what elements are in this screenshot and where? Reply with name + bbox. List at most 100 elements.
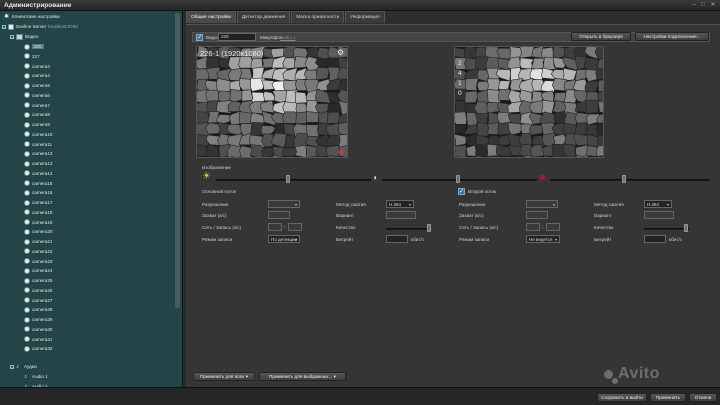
second-bitrate-label: Битрейт xyxy=(594,237,612,242)
tree-camera-item[interactable]: camera24 xyxy=(24,266,52,275)
tree-camera-item[interactable]: camera16 xyxy=(24,188,52,197)
collapse-icon[interactable]: − xyxy=(10,34,14,39)
tree-camera-item[interactable]: 227 xyxy=(24,52,40,61)
connection-settings-button[interactable]: Настройки подключения... xyxy=(635,32,709,41)
tree-camera-item[interactable]: camera8 xyxy=(24,110,50,119)
video-enabled-checkbox[interactable]: ✓ xyxy=(196,34,203,41)
save-exit-button[interactable]: Сохранить и выйти xyxy=(597,393,647,402)
tree-camera-item[interactable]: camera18 xyxy=(24,208,52,217)
tree-camera-item[interactable]: camera22 xyxy=(24,247,52,256)
second-quality-slider[interactable] xyxy=(644,228,689,230)
main-record-mode-select[interactable]: По детекции ▾ xyxy=(268,235,300,243)
main-preview-image xyxy=(197,47,347,157)
tree-audio-item[interactable]: ♪ Audio 1 xyxy=(24,372,48,381)
collapse-icon[interactable]: − xyxy=(2,24,6,29)
tree-camera-item[interactable]: camera30 xyxy=(24,325,52,334)
second-record-fps-input[interactable] xyxy=(546,223,560,231)
camera-icon xyxy=(24,92,30,99)
tree-camera-item[interactable]: camera19 xyxy=(24,218,52,227)
apply-button[interactable]: Применить xyxy=(650,393,686,402)
tree-camera-item[interactable]: camera31 xyxy=(24,335,52,344)
second-resolution-select[interactable]: ▾ xyxy=(526,200,558,208)
cancel-button[interactable]: Отмена xyxy=(689,393,717,402)
collapse-icon[interactable]: − xyxy=(10,364,14,369)
tab-item[interactable]: Информация xyxy=(345,11,385,23)
tree-camera-item[interactable]: camera13 xyxy=(24,159,52,168)
second-stream-checkbox[interactable]: ✓ xyxy=(458,188,465,195)
tree-camera-item[interactable]: camera28 xyxy=(24,305,52,314)
tree-camera-item[interactable]: 226 xyxy=(24,42,44,51)
brightness-slider[interactable] xyxy=(216,179,371,181)
second-bitrate-input[interactable] xyxy=(644,235,666,243)
tree-camera-item[interactable]: camera20 xyxy=(24,227,52,236)
second-network-fps-input[interactable] xyxy=(526,223,540,231)
tree-camera-label: camera26 xyxy=(32,287,53,293)
tree-video[interactable]: − Видео xyxy=(10,32,38,41)
main-record-fps-input[interactable] xyxy=(288,223,302,231)
tree-camera-item[interactable]: camera21 xyxy=(24,237,52,246)
tab-item[interactable]: Маска приватности xyxy=(291,11,345,23)
tree-camera-item[interactable]: camera7 xyxy=(24,101,50,110)
second-variant-select[interactable] xyxy=(644,211,674,219)
apply-selected-button[interactable]: Применить для выбранных... ▾ xyxy=(259,372,346,381)
tree-camera-label: camera30 xyxy=(32,326,53,332)
tree-camera-item[interactable]: camera29 xyxy=(24,315,52,324)
tree-camera-item[interactable]: camera3 xyxy=(24,62,50,71)
tree-camera-item[interactable]: camera14 xyxy=(24,169,52,178)
tree-audio[interactable]: − ♪ Аудио xyxy=(10,362,37,371)
tree-camera-label: camera3 xyxy=(32,63,50,69)
main-variant-select[interactable] xyxy=(386,211,416,219)
main-capture-input[interactable] xyxy=(268,211,290,219)
brightness-slider-knob[interactable] xyxy=(286,175,290,183)
contrast-icon: ◑ xyxy=(372,173,377,182)
maximize-icon[interactable]: □ xyxy=(699,2,707,9)
camera-icon xyxy=(24,248,30,255)
open-browser-button[interactable]: Открыть в браузере xyxy=(571,32,631,41)
tree-camera-item[interactable]: camera27 xyxy=(24,296,52,305)
tree-client-settings[interactable]: ✱ Клиентские настройки xyxy=(4,12,60,21)
tree-camera-item[interactable]: camera11 xyxy=(24,140,52,149)
tree-camera-item[interactable]: camera4 xyxy=(24,71,50,80)
second-capture-input[interactable] xyxy=(526,211,548,219)
tree-camera-item[interactable]: camera32 xyxy=(24,344,52,353)
main-quality-slider-knob[interactable] xyxy=(427,224,431,232)
tree-camera-label: camera23 xyxy=(32,258,53,264)
tree-camera-item[interactable]: camera5 xyxy=(24,81,50,90)
tree-camera-item[interactable]: camera17 xyxy=(24,198,52,207)
main-compression-select[interactable]: H.264 ▾ xyxy=(386,200,414,208)
second-compression-select[interactable]: H.264 ▾ xyxy=(644,200,672,208)
main-network-record-label: Сеть / Запись (к/с) xyxy=(202,225,242,230)
second-record-mode-select[interactable]: Не ведется ▾ xyxy=(526,235,560,243)
minimize-icon[interactable]: – xyxy=(690,2,698,9)
camera-icon xyxy=(24,160,30,167)
main-bitrate-input[interactable] xyxy=(386,235,408,243)
saturation-slider-knob[interactable] xyxy=(622,175,626,183)
tab-item[interactable]: Общие настройки xyxy=(186,11,236,23)
tree-server[interactable]: − Devline Server localhost:9780 xyxy=(2,22,78,31)
tree-camera-item[interactable]: camera15 xyxy=(24,179,52,188)
apply-all-button[interactable]: Применить для всех ▾ xyxy=(193,372,255,381)
tree-camera-label: camera28 xyxy=(32,307,53,313)
tree-camera-label: camera11 xyxy=(32,141,53,147)
microphone-link[interactable]: Audio 1 xyxy=(280,35,296,40)
sidebar-scrollbar[interactable] xyxy=(175,13,180,308)
camera-name-input[interactable]: 226 xyxy=(218,33,256,41)
settings-icon[interactable]: ⚙ xyxy=(337,48,344,57)
close-icon[interactable]: ✕ xyxy=(709,2,717,9)
second-quality-slider-knob[interactable] xyxy=(684,224,688,232)
camera-icon xyxy=(24,306,30,313)
tree-camera-item[interactable]: camera6 xyxy=(24,91,50,100)
main-resolution-select[interactable]: ▾ xyxy=(268,200,300,208)
main-network-fps-input[interactable] xyxy=(268,223,282,231)
tree-camera-item[interactable]: camera25 xyxy=(24,276,52,285)
tree-camera-item[interactable]: camera23 xyxy=(24,257,52,266)
tree-camera-item[interactable]: camera26 xyxy=(24,286,52,295)
tree-camera-item[interactable]: camera12 xyxy=(24,149,52,158)
saturation-slider[interactable] xyxy=(550,179,710,181)
tree-camera-item[interactable]: camera9 xyxy=(24,120,50,129)
contrast-slider-knob[interactable] xyxy=(456,175,460,183)
tree-camera-item[interactable]: camera10 xyxy=(24,130,52,139)
main-quality-slider[interactable] xyxy=(386,228,431,230)
tab-item[interactable]: Детектор движения xyxy=(236,11,291,23)
tree-audio-label: Аудио xyxy=(24,364,37,369)
